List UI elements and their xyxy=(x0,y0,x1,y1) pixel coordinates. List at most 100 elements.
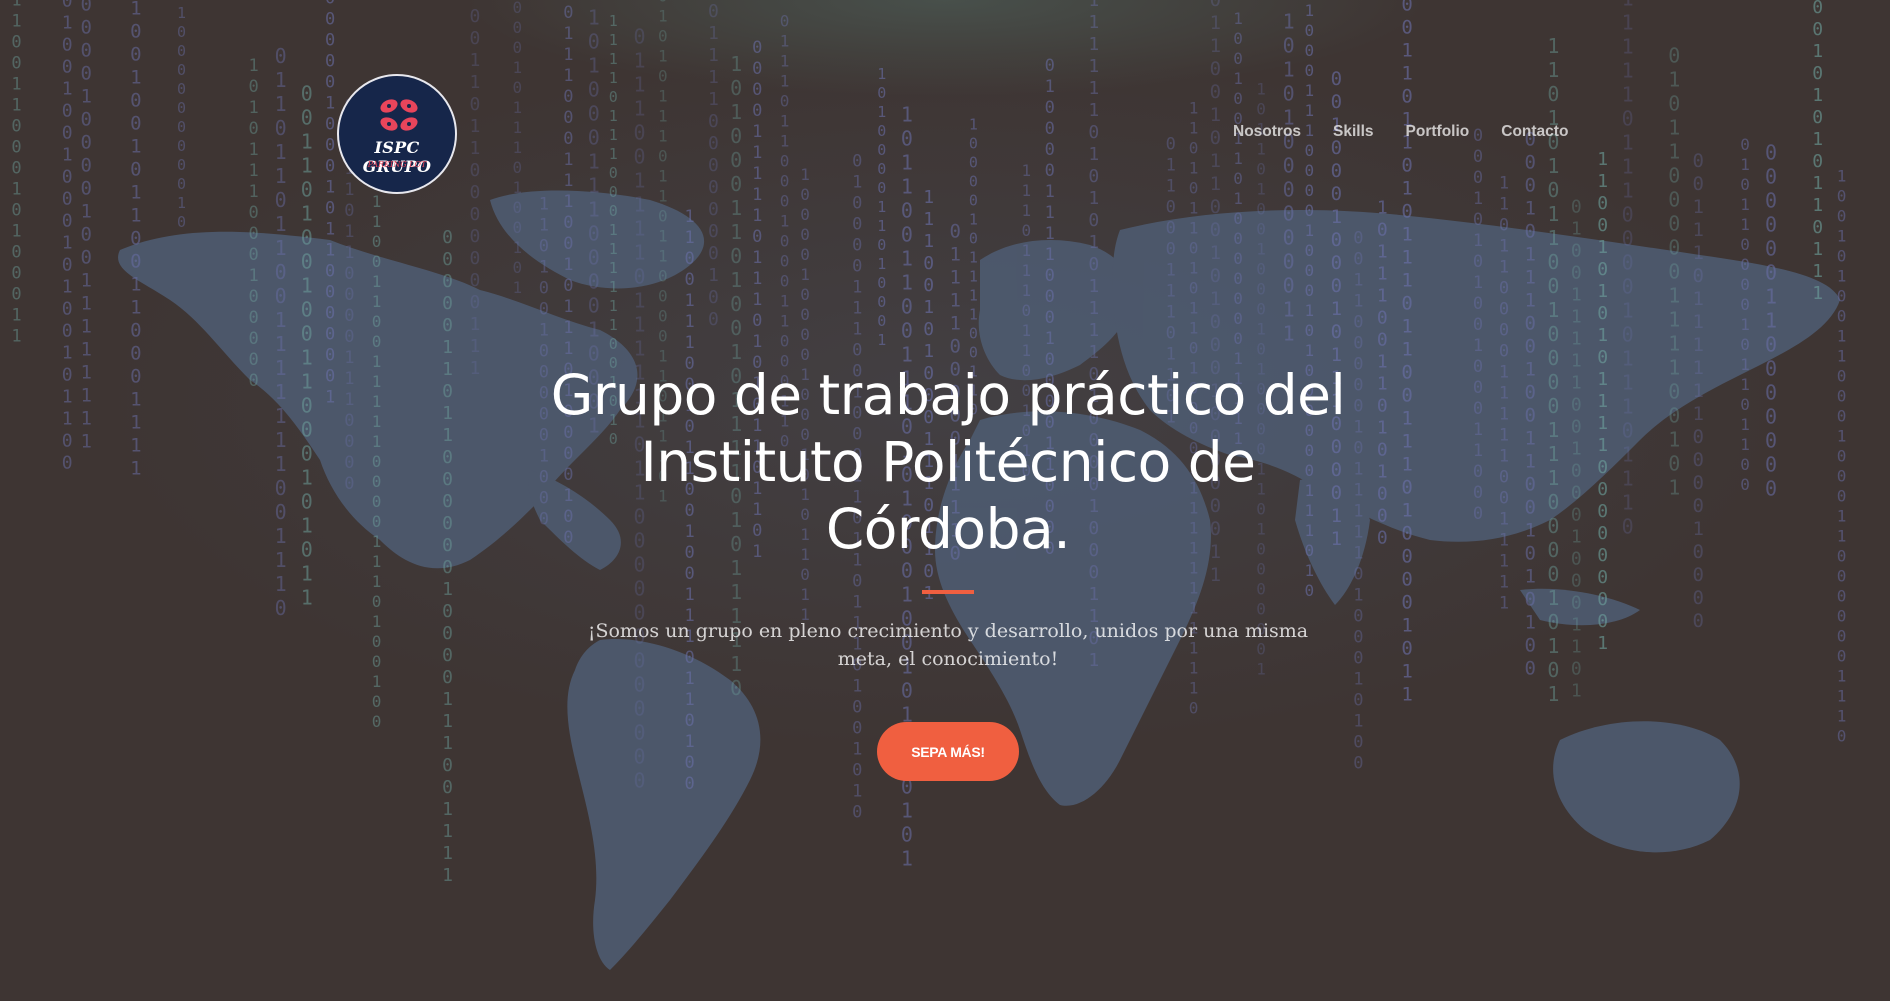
svg-text:0: 0 xyxy=(1668,451,1680,475)
binary-column: 11001010101111000000001 xyxy=(1597,149,1608,654)
svg-text:0: 0 xyxy=(344,285,354,305)
svg-text:0: 0 xyxy=(634,145,646,169)
svg-text:1: 1 xyxy=(372,192,382,211)
svg-text:0: 0 xyxy=(11,243,21,263)
svg-text:1: 1 xyxy=(708,89,719,110)
svg-text:0: 0 xyxy=(81,0,92,15)
svg-text:0: 0 xyxy=(708,221,719,242)
svg-text:1: 1 xyxy=(1812,261,1823,282)
binary-column: 000000110000000 xyxy=(1765,140,1777,500)
svg-text:0: 0 xyxy=(1499,321,1509,341)
svg-text:0: 0 xyxy=(901,127,913,151)
svg-text:1: 1 xyxy=(1088,188,1099,209)
svg-text:0: 0 xyxy=(1597,303,1608,324)
svg-text:0: 0 xyxy=(730,148,742,172)
svg-text:1: 1 xyxy=(1837,327,1847,346)
svg-text:0: 0 xyxy=(1233,329,1243,348)
svg-text:0: 0 xyxy=(1353,355,1363,375)
svg-text:0: 0 xyxy=(877,179,886,197)
svg-text:0: 0 xyxy=(442,271,453,292)
svg-text:1: 1 xyxy=(1022,341,1032,360)
svg-text:0: 0 xyxy=(1837,647,1847,666)
binary-column: 0101100000111100101 xyxy=(1668,43,1680,499)
svg-text:1: 1 xyxy=(275,548,287,572)
svg-text:0: 0 xyxy=(1622,106,1634,130)
svg-text:0: 0 xyxy=(1256,160,1266,179)
svg-text:0: 0 xyxy=(588,101,600,125)
svg-text:1: 1 xyxy=(130,182,141,204)
svg-text:0: 0 xyxy=(1693,610,1704,632)
nav-link-portfolio[interactable]: Portfolio xyxy=(1406,123,1470,141)
svg-text:0: 0 xyxy=(1210,127,1221,149)
svg-text:0: 0 xyxy=(1256,220,1266,239)
main-menu: Nosotros Skills Portfolio Contacto xyxy=(1233,123,1600,141)
svg-text:0: 0 xyxy=(780,151,790,170)
svg-text:0: 0 xyxy=(249,308,259,328)
svg-text:0: 0 xyxy=(1547,322,1559,346)
svg-text:1: 1 xyxy=(752,269,762,289)
nav-link-nosotros[interactable]: Nosotros xyxy=(1233,123,1301,141)
ispc-logo[interactable]: ISPC GRUPO PARKING LOT xyxy=(337,74,457,194)
svg-text:0: 0 xyxy=(1525,175,1536,197)
svg-text:0: 0 xyxy=(708,309,719,330)
svg-text:1: 1 xyxy=(1401,614,1412,636)
svg-text:1: 1 xyxy=(1189,679,1199,698)
svg-text:1: 1 xyxy=(344,222,354,242)
svg-text:1: 1 xyxy=(609,12,618,30)
svg-text:1: 1 xyxy=(852,173,862,193)
svg-text:1: 1 xyxy=(752,206,762,226)
svg-text:0: 0 xyxy=(1401,200,1412,222)
svg-text:0: 0 xyxy=(1525,405,1536,427)
svg-text:0: 0 xyxy=(1331,275,1342,297)
binary-column: 011011011001111111001110 xyxy=(275,44,287,620)
svg-text:1: 1 xyxy=(1547,202,1559,226)
svg-text:1: 1 xyxy=(1571,680,1582,701)
svg-text:0: 0 xyxy=(372,472,382,491)
svg-text:0: 0 xyxy=(442,249,453,270)
svg-text:1: 1 xyxy=(1597,391,1608,412)
svg-text:1: 1 xyxy=(513,118,523,137)
svg-text:0: 0 xyxy=(11,138,21,158)
svg-text:1: 1 xyxy=(1189,299,1199,318)
svg-text:0: 0 xyxy=(249,224,259,244)
svg-text:0: 0 xyxy=(344,453,354,473)
svg-text:0: 0 xyxy=(442,447,453,468)
svg-text:1: 1 xyxy=(1256,320,1266,339)
svg-text:1: 1 xyxy=(1189,199,1199,218)
svg-text:0: 0 xyxy=(588,125,600,149)
svg-text:1: 1 xyxy=(1473,273,1483,293)
svg-text:1: 1 xyxy=(1088,320,1099,341)
learn-more-button[interactable]: Sepa más! xyxy=(877,722,1019,781)
svg-text:0: 0 xyxy=(344,411,354,431)
svg-text:1: 1 xyxy=(969,268,978,286)
svg-text:1: 1 xyxy=(1088,12,1099,33)
svg-text:0: 0 xyxy=(685,249,695,269)
svg-text:1: 1 xyxy=(752,332,762,352)
nav-link-contacto[interactable]: Contacto xyxy=(1501,123,1568,141)
svg-text:1: 1 xyxy=(563,339,573,359)
svg-text:0: 0 xyxy=(1765,356,1777,380)
svg-text:1: 1 xyxy=(1547,466,1559,490)
svg-text:0: 0 xyxy=(708,111,719,132)
svg-text:0: 0 xyxy=(1597,457,1608,478)
svg-text:1: 1 xyxy=(513,178,523,197)
svg-text:0: 0 xyxy=(130,366,141,388)
svg-text:1: 1 xyxy=(301,466,313,490)
svg-text:0: 0 xyxy=(852,572,862,592)
svg-text:0: 0 xyxy=(780,331,790,350)
svg-text:1: 1 xyxy=(950,289,961,311)
svg-text:0: 0 xyxy=(1256,300,1266,319)
svg-text:1: 1 xyxy=(344,243,354,263)
svg-text:1: 1 xyxy=(1305,1,1315,20)
svg-text:0: 0 xyxy=(800,305,810,324)
svg-text:0: 0 xyxy=(1022,221,1032,240)
svg-text:1: 1 xyxy=(923,297,934,318)
svg-text:1: 1 xyxy=(539,195,549,215)
svg-text:1: 1 xyxy=(1377,198,1388,219)
svg-text:0: 0 xyxy=(1256,580,1266,599)
svg-text:0: 0 xyxy=(852,215,862,235)
svg-text:0: 0 xyxy=(708,199,719,220)
nav-link-skills[interactable]: Skills xyxy=(1333,123,1374,141)
svg-text:0: 0 xyxy=(81,16,92,38)
svg-text:1: 1 xyxy=(634,97,646,121)
